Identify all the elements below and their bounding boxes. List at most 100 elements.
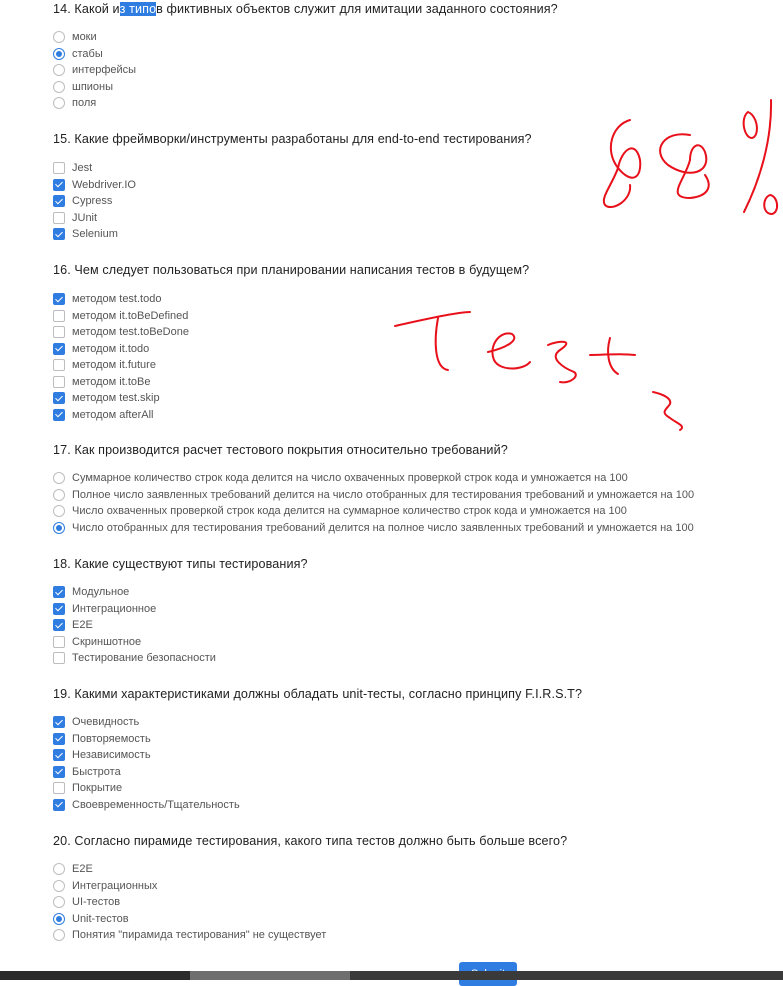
- option-label: стабы: [72, 47, 103, 60]
- checkbox-checked[interactable]: [53, 195, 65, 208]
- checkbox-checked[interactable]: [53, 392, 65, 405]
- radio-button[interactable]: [53, 472, 65, 485]
- option[interactable]: Покрытие: [53, 780, 773, 797]
- option[interactable]: методом it.todo: [53, 341, 773, 358]
- radio-button[interactable]: [53, 505, 65, 518]
- radio-button[interactable]: [53, 64, 65, 77]
- option[interactable]: Понятия "пирамида тестирования" не сущес…: [53, 927, 773, 944]
- checkbox[interactable]: [53, 782, 65, 795]
- option[interactable]: шпионы: [53, 79, 773, 96]
- options-list: Модульное Интеграционное E2E Скриншотное…: [53, 584, 773, 667]
- question-title: 18. Какие существуют типы тестирования?: [53, 557, 308, 571]
- checkbox-checked[interactable]: [53, 716, 65, 729]
- scrollbar-segment: [0, 971, 190, 980]
- options-list: методом test.todo методом it.toBeDefined…: [53, 291, 773, 423]
- option[interactable]: методом it.toBeDefined: [53, 308, 773, 325]
- option-label: методом it.toBe: [72, 375, 151, 388]
- option[interactable]: Своевременность/Тщательность: [53, 797, 773, 814]
- scrollbar-thumb[interactable]: [190, 971, 350, 980]
- option[interactable]: JUnit: [53, 210, 773, 227]
- checkbox[interactable]: [53, 211, 65, 224]
- option-label: шпионы: [72, 80, 114, 93]
- radio-button[interactable]: [53, 97, 65, 110]
- option[interactable]: методом it.toBe: [53, 374, 773, 391]
- radio-button[interactable]: [53, 80, 65, 93]
- option[interactable]: Интеграционных: [53, 878, 773, 895]
- checkbox-checked[interactable]: [53, 178, 65, 191]
- option[interactable]: Webdriver.IO: [53, 177, 773, 194]
- question-title: 16. Чем следует пользоваться при планиро…: [53, 263, 530, 277]
- option[interactable]: Очевидность: [53, 714, 773, 731]
- checkbox-checked[interactable]: [53, 732, 65, 745]
- checkbox-checked[interactable]: [53, 408, 65, 421]
- option[interactable]: Интеграционное: [53, 601, 773, 618]
- checkbox-checked[interactable]: [53, 602, 65, 615]
- radio-button[interactable]: [53, 896, 65, 909]
- radio-button[interactable]: [53, 929, 65, 942]
- option[interactable]: Cypress: [53, 193, 773, 210]
- option-label: методом test.skip: [72, 392, 160, 405]
- checkbox-checked[interactable]: [53, 765, 65, 778]
- checkbox[interactable]: [53, 359, 65, 372]
- option[interactable]: E2E: [53, 617, 773, 634]
- option[interactable]: Jest: [53, 160, 773, 177]
- option[interactable]: Selenium: [53, 226, 773, 243]
- option[interactable]: Полное число заявленных требований делит…: [53, 487, 773, 504]
- checkbox[interactable]: [53, 162, 65, 175]
- option[interactable]: Скриншотное: [53, 634, 773, 651]
- option[interactable]: Число охваченных проверкой строк кода де…: [53, 503, 773, 520]
- option[interactable]: Модульное: [53, 584, 773, 601]
- radio-button[interactable]: [53, 879, 65, 892]
- option[interactable]: методом test.todo: [53, 291, 773, 308]
- option-label: Скриншотное: [72, 635, 142, 648]
- option[interactable]: методом afterAll: [53, 407, 773, 424]
- option[interactable]: методом test.skip: [53, 390, 773, 407]
- checkbox-checked[interactable]: [53, 228, 65, 241]
- option-label: методом test.todo: [72, 293, 162, 306]
- option[interactable]: UI-тестов: [53, 894, 773, 911]
- checkbox[interactable]: [53, 652, 65, 665]
- checkbox[interactable]: [53, 326, 65, 339]
- option-label: методом test.toBeDone: [72, 326, 189, 339]
- checkbox[interactable]: [53, 375, 65, 388]
- radio-button[interactable]: [53, 488, 65, 501]
- option[interactable]: стабы: [53, 46, 773, 63]
- option[interactable]: поля: [53, 95, 773, 112]
- option[interactable]: Тестирование безопасности: [53, 650, 773, 667]
- checkbox[interactable]: [53, 635, 65, 648]
- radio-button-selected[interactable]: [53, 47, 65, 60]
- option-label: E2E: [72, 619, 93, 632]
- checkbox-checked[interactable]: [53, 798, 65, 811]
- option[interactable]: моки: [53, 29, 773, 46]
- horizontal-scrollbar[interactable]: [0, 971, 783, 980]
- option[interactable]: методом test.toBeDone: [53, 324, 773, 341]
- question-17: 17. Как производится расчет тестового по…: [53, 442, 773, 536]
- question-15: 15. Какие фреймворки/инструменты разрабо…: [53, 131, 773, 243]
- radio-button-selected[interactable]: [53, 912, 65, 925]
- options-list: моки стабы интерфейсы шпионы поля: [53, 29, 773, 112]
- option-label: Unit-тестов: [72, 912, 129, 925]
- option-label: Повторяемость: [72, 732, 151, 745]
- option-label: UI-тестов: [72, 896, 121, 909]
- checkbox-checked[interactable]: [53, 619, 65, 632]
- option-label: поля: [72, 97, 97, 110]
- option[interactable]: Быстрота: [53, 764, 773, 781]
- radio-button-selected[interactable]: [53, 521, 65, 534]
- option[interactable]: Повторяемость: [53, 731, 773, 748]
- checkbox[interactable]: [53, 309, 65, 322]
- question-18: 18. Какие существуют типы тестирования? …: [53, 556, 773, 667]
- radio-button[interactable]: [53, 863, 65, 876]
- checkbox-checked[interactable]: [53, 342, 65, 355]
- option[interactable]: Unit-тестов: [53, 911, 773, 928]
- checkbox-checked[interactable]: [53, 586, 65, 599]
- option[interactable]: Суммарное количество строк кода делится …: [53, 470, 773, 487]
- option[interactable]: Число отобранных для тестирования требов…: [53, 520, 773, 537]
- checkbox-checked[interactable]: [53, 749, 65, 762]
- option[interactable]: методом it.future: [53, 357, 773, 374]
- radio-button[interactable]: [53, 31, 65, 44]
- question-19: 19. Какими характеристиками должны облад…: [53, 686, 773, 813]
- option[interactable]: интерфейсы: [53, 62, 773, 79]
- checkbox-checked[interactable]: [53, 293, 65, 306]
- option[interactable]: Независимость: [53, 747, 773, 764]
- option[interactable]: E2E: [53, 861, 773, 878]
